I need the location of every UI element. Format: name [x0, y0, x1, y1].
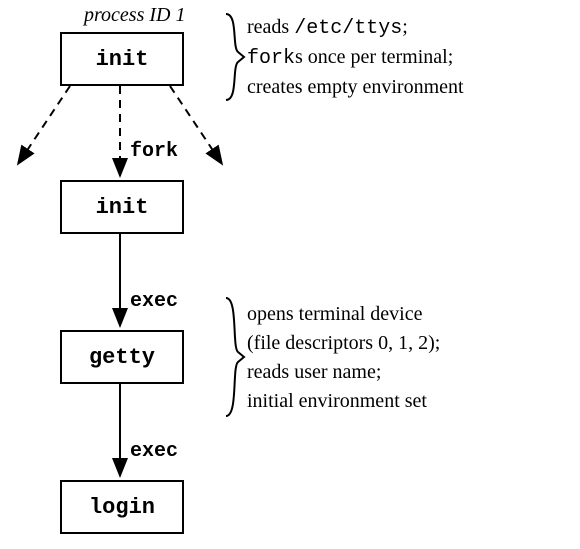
arrow-label-exec-2: exec — [130, 440, 178, 463]
box-login: login — [60, 480, 184, 534]
annotation-init-line3: creates empty environment — [247, 73, 464, 102]
annotation-getty: opens terminal device (file descriptors … — [247, 300, 440, 416]
arrow-label-exec-1: exec — [130, 290, 178, 313]
annotation-getty-line2: (file descriptors 0, 1, 2); — [247, 329, 440, 358]
annotation-init-line2-a: fork — [247, 47, 295, 70]
annotation-getty-line1: opens terminal device — [247, 300, 440, 329]
box-init-mid: init — [60, 180, 184, 234]
box-getty: getty — [60, 330, 184, 384]
process-id-label: process ID 1 — [84, 4, 185, 27]
annotation-init-line1-a: reads — [247, 16, 294, 38]
annotation-init: reads /etc/ttys; forks once per terminal… — [247, 13, 464, 102]
brace-top — [226, 14, 244, 100]
annotation-init-line2-b: s once per terminal; — [295, 46, 453, 68]
annotation-getty-line4: initial environment set — [247, 387, 440, 416]
annotation-init-line2: forks once per terminal; — [247, 43, 464, 73]
annotation-init-line1-c: ; — [402, 16, 408, 38]
annotation-getty-line3: reads user name; — [247, 358, 440, 387]
arrow-label-fork: fork — [130, 140, 178, 163]
dashed-arrow-left — [18, 86, 70, 164]
box-init-top: init — [60, 32, 184, 86]
annotation-init-line1: reads /etc/ttys; — [247, 13, 464, 43]
annotation-init-line1-b: /etc/ttys — [294, 17, 402, 40]
brace-getty — [226, 298, 244, 416]
